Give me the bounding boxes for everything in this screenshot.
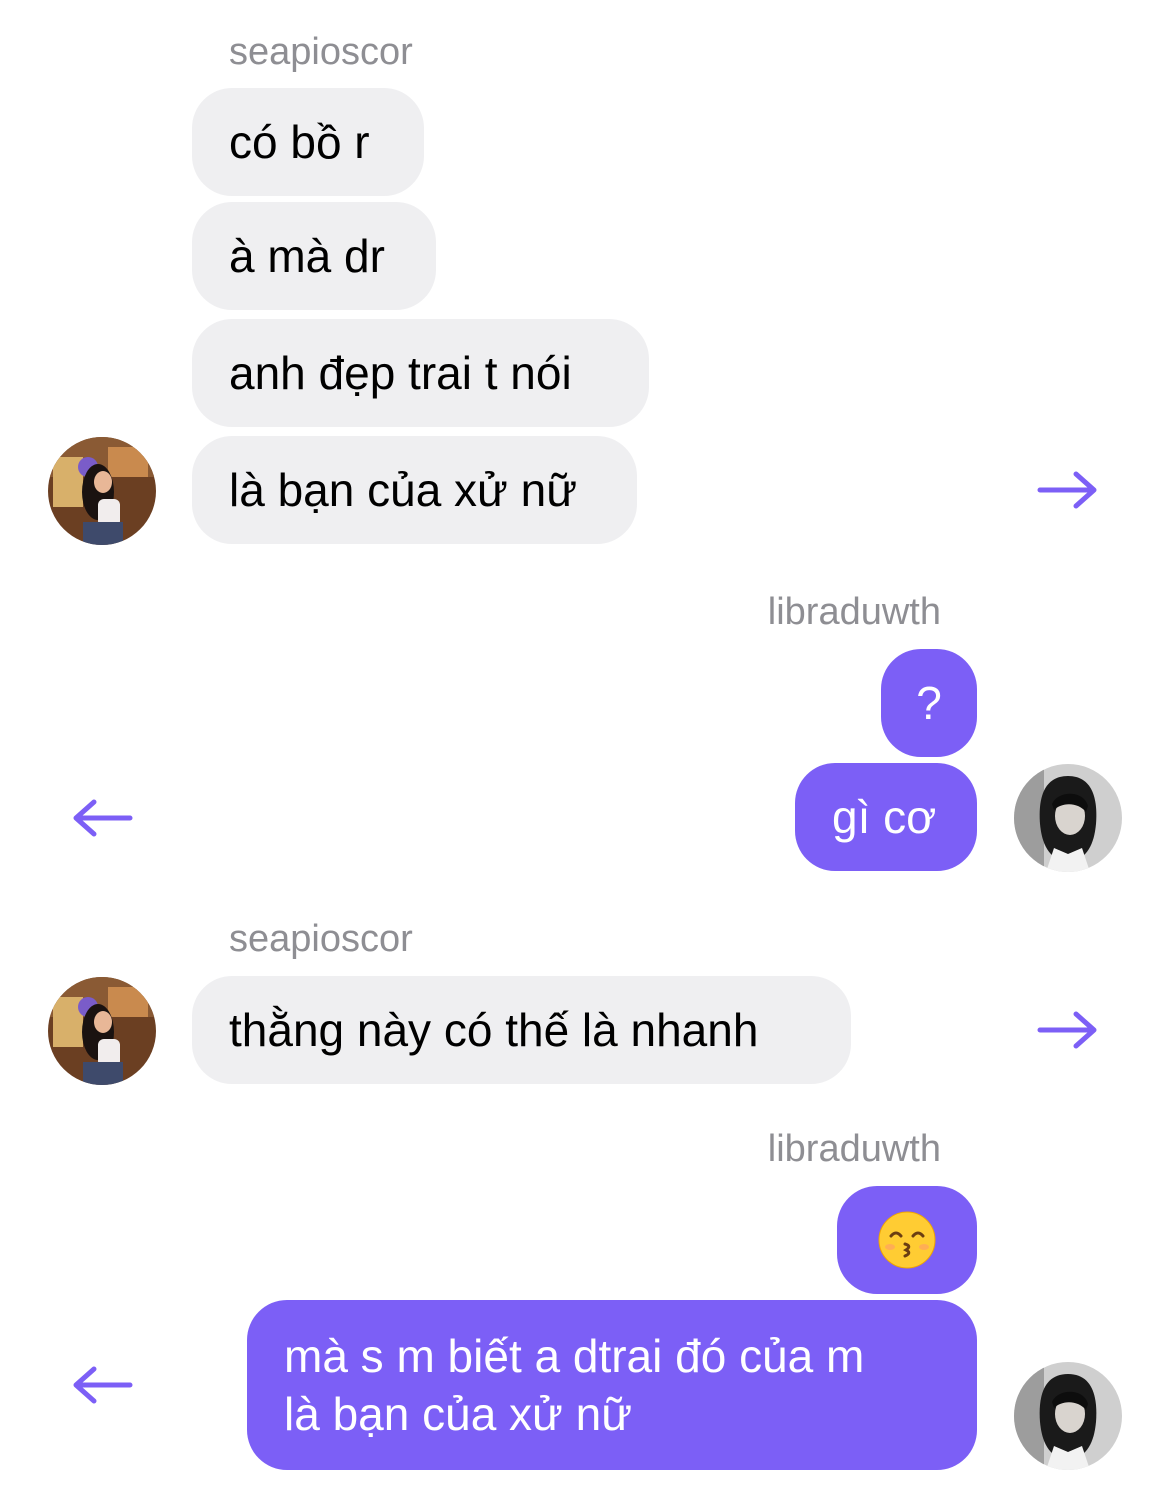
arrow-right-icon (1037, 471, 1097, 509)
message-bubble[interactable] (837, 1186, 977, 1294)
profile-photo-icon (1014, 764, 1122, 872)
sender-username: libraduwth (767, 1128, 941, 1170)
message-bubble[interactable]: ? (881, 649, 977, 757)
arrow-right-icon (1037, 1011, 1097, 1049)
profile-photo-icon (1014, 1362, 1122, 1470)
message-text: ? (916, 676, 942, 729)
message-text: là bạn của xử nữ (229, 463, 578, 516)
message-text: có bồ r (229, 115, 370, 168)
message-text-line: mà s m biết a dtrai đó của m (284, 1329, 865, 1382)
reply-button[interactable] (70, 1365, 134, 1405)
sender-username: seapioscor (229, 31, 413, 73)
message-text: anh đẹp trai t nói (229, 346, 572, 399)
message-text: thằng này có thế là nhanh (229, 1003, 759, 1056)
profile-photo-icon (48, 437, 156, 545)
reply-button[interactable] (70, 798, 134, 838)
avatar[interactable] (1014, 764, 1122, 872)
sender-username: libraduwth (767, 591, 941, 633)
message-bubble[interactable]: anh đẹp trai t nói (192, 319, 649, 427)
arrow-left-icon (73, 799, 133, 837)
avatar[interactable] (48, 977, 156, 1085)
message-text-line: là bạn của xử nữ (284, 1388, 633, 1440)
arrow-left-icon (73, 1366, 133, 1404)
forward-button[interactable] (1036, 470, 1100, 510)
message-bubble[interactable]: thằng này có thế là nhanh (192, 976, 851, 1084)
profile-photo-icon (48, 977, 156, 1085)
kissing-face-emoji (878, 1211, 936, 1269)
message-bubble[interactable]: là bạn của xử nữ (192, 436, 637, 544)
avatar[interactable] (1014, 1362, 1122, 1470)
sender-username: seapioscor (229, 918, 413, 960)
message-bubble[interactable]: à mà dr (192, 202, 436, 310)
avatar[interactable] (48, 437, 156, 545)
message-bubble[interactable]: có bồ r (192, 88, 424, 196)
message-bubble[interactable]: mà s m biết a dtrai đó của m là bạn của … (247, 1300, 977, 1470)
message-bubble[interactable]: gì cơ (795, 763, 977, 871)
message-text: à mà dr (229, 229, 385, 282)
forward-button[interactable] (1036, 1010, 1100, 1050)
message-text: gì cơ (832, 790, 937, 843)
